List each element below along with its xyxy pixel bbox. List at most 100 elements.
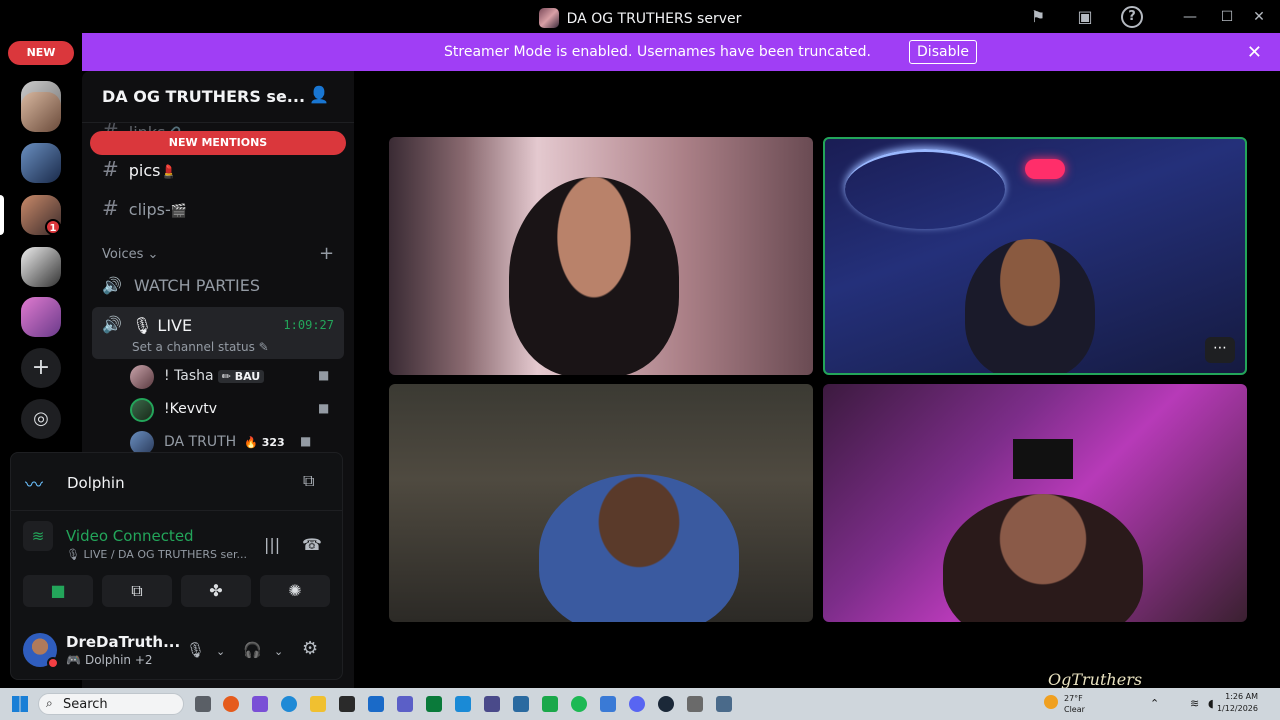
inbox-icon[interactable]: ▣	[1074, 6, 1096, 28]
app-icon[interactable]	[426, 696, 442, 712]
channel-pics[interactable]: # pics💄	[102, 157, 177, 181]
channel-clips[interactable]: # clips-🎬	[102, 196, 187, 220]
camera-icon: ■	[318, 401, 330, 415]
microphone-icon[interactable]: 🎙	[186, 641, 205, 659]
app-icon[interactable]	[339, 696, 355, 712]
activity-name: Dolphin	[67, 474, 125, 492]
chevron-down-icon[interactable]: ⌄	[274, 87, 286, 103]
windows-taskbar: ⌕ Search 27°F Clear ⌃ ≋ ◖ 1:26 AM 1/12/2…	[0, 688, 1280, 720]
current-user-name[interactable]: DreDaTruth...	[66, 633, 180, 651]
status-indicator	[47, 657, 59, 669]
noise-suppression-icon[interactable]: |||	[264, 535, 280, 554]
app-icon[interactable]	[513, 696, 529, 712]
app-icon[interactable]	[484, 696, 500, 712]
activity-text: Dolphin	[84, 653, 132, 667]
gamepad-icon: 🎮	[66, 653, 81, 667]
server-header[interactable]: DA OG TRUTHERS se... ⌄ 👤	[82, 71, 354, 123]
mention-badge: 1	[45, 219, 61, 235]
video-tile-2[interactable]: ⋯	[823, 137, 1247, 375]
avatar[interactable]	[23, 633, 59, 669]
minimize-button[interactable]: —	[1178, 6, 1202, 28]
channel-status[interactable]: Set a channel status ✎	[132, 340, 269, 354]
spotify-icon[interactable]	[571, 696, 587, 712]
watermark-logo: OgTruthers	[1048, 670, 1143, 689]
steam-icon[interactable]	[658, 696, 674, 712]
taskbar-clock[interactable]: 1:26 AM 1/12/2026	[1217, 691, 1258, 715]
search-icon: ⌕	[46, 696, 53, 710]
firefox-icon[interactable]	[223, 696, 239, 712]
clapper-emoji: 🎬	[170, 204, 187, 219]
server-icon-4[interactable]	[21, 297, 61, 337]
volume-icon[interactable]: ◖	[1208, 697, 1214, 710]
user-name-text: ! Tasha	[164, 368, 214, 384]
participant-video	[539, 474, 739, 622]
new-pill[interactable]: NEW	[8, 41, 74, 65]
server-icon-2[interactable]	[21, 143, 61, 183]
edge-icon[interactable]	[281, 696, 297, 712]
new-mentions-pill[interactable]: NEW MENTIONS	[90, 131, 346, 155]
close-window-button[interactable]: ✕	[1247, 6, 1271, 28]
participant-video	[509, 177, 679, 375]
wifi-icon[interactable]: ≋	[1190, 697, 1199, 710]
teams-icon[interactable]	[397, 696, 413, 712]
settings-gear-icon[interactable]: ⚙	[302, 638, 318, 659]
voice-channel-watch-parties[interactable]: 🔊 WATCH PARTIES	[102, 276, 260, 295]
server-icon-phantom[interactable]	[21, 247, 61, 287]
tray-chevron-icon[interactable]: ⌃	[1150, 697, 1159, 710]
flag-icon[interactable]: ⚑	[1027, 6, 1049, 28]
discord-icon[interactable]	[629, 696, 645, 712]
add-member-icon[interactable]: 👤	[309, 85, 329, 104]
chevron-down-icon[interactable]: ⌄	[274, 645, 283, 658]
camera-icon: ■	[318, 368, 330, 382]
neon-sign	[845, 149, 1005, 229]
discover-icon[interactable]: ◎	[21, 399, 61, 439]
app-icon[interactable]	[687, 696, 703, 712]
stream-game-icon[interactable]: ⧉	[303, 471, 314, 491]
voices-category[interactable]: Voices ⌄	[102, 247, 158, 262]
add-channel-button[interactable]: +	[319, 243, 334, 264]
clock-date: 1/12/2026	[1216, 704, 1258, 713]
user-name: !Kevvtv	[164, 401, 218, 417]
help-icon[interactable]: ?	[1121, 6, 1143, 28]
current-user-activity: 🎮 Dolphin +2	[66, 653, 153, 667]
app-icon[interactable]	[600, 696, 616, 712]
task-view-icon[interactable]	[195, 696, 211, 712]
search-label: Search	[63, 697, 108, 712]
dolphin-icon: 〰	[25, 475, 43, 496]
connection-channel-text: LIVE / DA OG TRUTHERS ser...	[83, 548, 247, 561]
voice-channel-live[interactable]: 🔊 🎙 LIVE 1:09:27 Set a channel status ✎	[92, 307, 344, 359]
more-options-button[interactable]: ⋯	[1205, 337, 1235, 363]
maximize-button[interactable]: ☐	[1215, 6, 1239, 28]
activities-button[interactable]: ✤	[181, 575, 251, 607]
live-name-text: LIVE	[157, 316, 193, 335]
close-banner-icon[interactable]: ✕	[1247, 42, 1262, 63]
disconnect-icon[interactable]: ☎	[302, 535, 322, 554]
window-title-text: DA OG TRUTHERS server	[566, 11, 742, 27]
video-tile-3[interactable]	[389, 384, 813, 622]
hash-icon: #	[102, 157, 119, 181]
outlook-icon[interactable]	[368, 696, 384, 712]
headphones-icon[interactable]: 🎧	[243, 641, 262, 659]
neon-cloud	[1025, 159, 1065, 179]
windows-start-icon[interactable]	[12, 696, 28, 712]
chevron-down-icon[interactable]: ⌄	[216, 645, 225, 658]
settings-icon[interactable]	[716, 696, 732, 712]
taskbar-search[interactable]: ⌕ Search	[38, 693, 184, 715]
app-icon[interactable]	[455, 696, 471, 712]
weather-temp: 27°F	[1064, 694, 1083, 703]
disable-streamer-mode-button[interactable]: Disable	[909, 40, 977, 64]
video-tile-4[interactable]	[823, 384, 1247, 622]
server-icon-1[interactable]	[21, 92, 61, 132]
soundboard-button[interactable]: ✺	[260, 575, 330, 607]
camera-toggle-button[interactable]: ■	[23, 575, 93, 607]
video-tile-1[interactable]	[389, 137, 813, 375]
add-server-button[interactable]: +	[21, 348, 61, 388]
tag-icon: ✏	[221, 370, 231, 383]
file-explorer-icon[interactable]	[310, 696, 326, 712]
status-text: Set a channel status	[132, 340, 255, 354]
app-icon[interactable]	[542, 696, 558, 712]
connection-status[interactable]: Video Connected	[66, 527, 194, 545]
discord-window: DA OG TRUTHERS server ⚑ ▣ ? — ☐ ✕ Stream…	[0, 0, 1280, 720]
screen-share-button[interactable]: ⧉	[102, 575, 172, 607]
app-icon[interactable]	[252, 696, 268, 712]
